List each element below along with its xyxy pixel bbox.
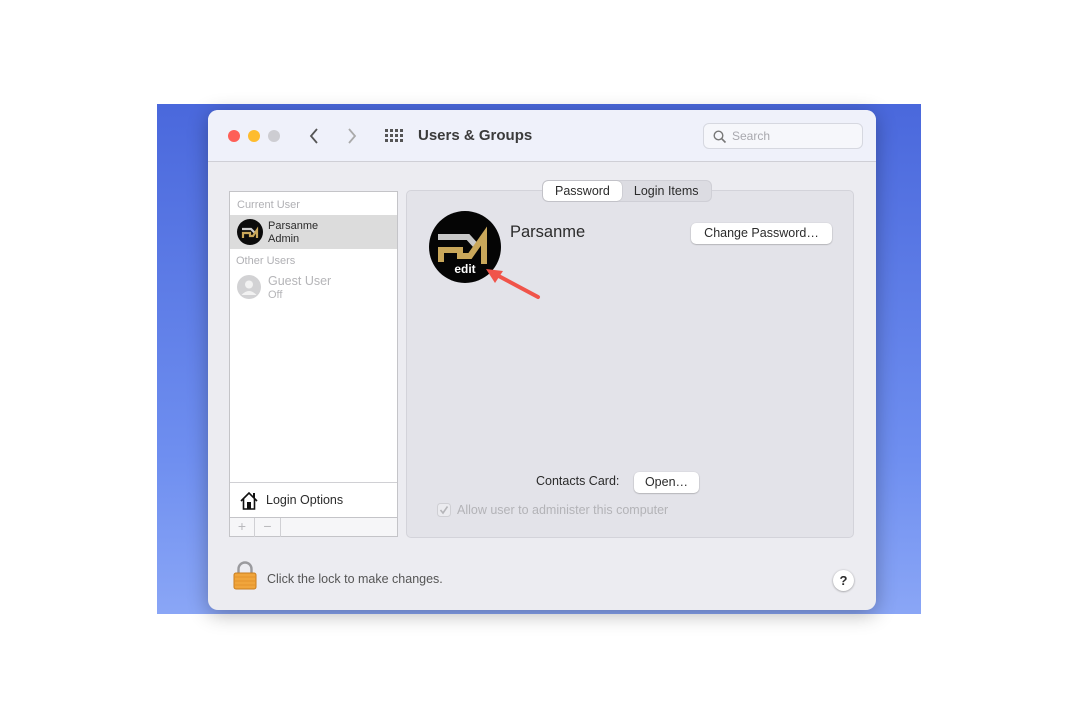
lock-icon[interactable] <box>233 561 257 590</box>
tab-password[interactable]: Password <box>543 181 622 201</box>
other-users-header: Other Users <box>236 255 296 267</box>
open-contacts-button[interactable]: Open… <box>634 472 699 493</box>
search-field[interactable] <box>703 123 863 149</box>
users-groups-window: Users & Groups Current User Parsanme Adm… <box>208 110 876 610</box>
login-options-label: Login Options <box>266 493 344 507</box>
house-icon <box>240 491 258 510</box>
current-user-header: Current User <box>237 199 300 211</box>
user-row-guest: Guest User Off <box>230 271 397 305</box>
grid-icon[interactable] <box>385 129 403 143</box>
remove-user-button[interactable]: − <box>255 518 281 537</box>
forward-chevron-icon[interactable] <box>346 127 358 145</box>
user-row-parsanme[interactable]: Parsanme Admin <box>230 215 397 249</box>
add-user-button[interactable]: + <box>230 518 255 537</box>
tab-login-items[interactable]: Login Items <box>622 181 711 201</box>
user-name: Guest User <box>268 274 332 288</box>
allow-admin-label: Allow user to administer this computer <box>457 503 669 517</box>
zoom-button[interactable] <box>268 130 280 142</box>
change-password-button[interactable]: Change Password… <box>691 223 832 244</box>
title-bar: Users & Groups <box>208 110 876 162</box>
user-role: Admin <box>268 233 300 245</box>
window-title: Users & Groups <box>418 127 533 144</box>
help-button[interactable]: ? <box>833 570 854 591</box>
user-avatar <box>237 219 263 245</box>
user-full-name: Parsanme <box>510 223 586 241</box>
annotation-arrow-icon <box>486 269 540 299</box>
search-input[interactable] <box>732 129 857 143</box>
user-status: Off <box>268 289 283 301</box>
allow-admin-checkbox <box>437 503 451 517</box>
tab-bar: Password Login Items <box>542 180 712 202</box>
login-options-row[interactable]: Login Options <box>230 482 397 516</box>
minimize-button[interactable] <box>248 130 260 142</box>
list-toolbar: + − <box>230 517 397 537</box>
close-button[interactable] <box>228 130 240 142</box>
user-details-panel: edit Parsanme Change Password… Contacts … <box>406 190 854 538</box>
lock-message: Click the lock to make changes. <box>267 572 443 586</box>
user-name: Parsanme <box>268 220 319 232</box>
contacts-card-label: Contacts Card: <box>536 474 620 488</box>
user-list: Current User Parsanme Admin Other Users … <box>229 191 398 537</box>
back-chevron-icon[interactable] <box>308 127 320 145</box>
search-icon <box>713 130 727 144</box>
guest-avatar-icon <box>237 275 261 299</box>
